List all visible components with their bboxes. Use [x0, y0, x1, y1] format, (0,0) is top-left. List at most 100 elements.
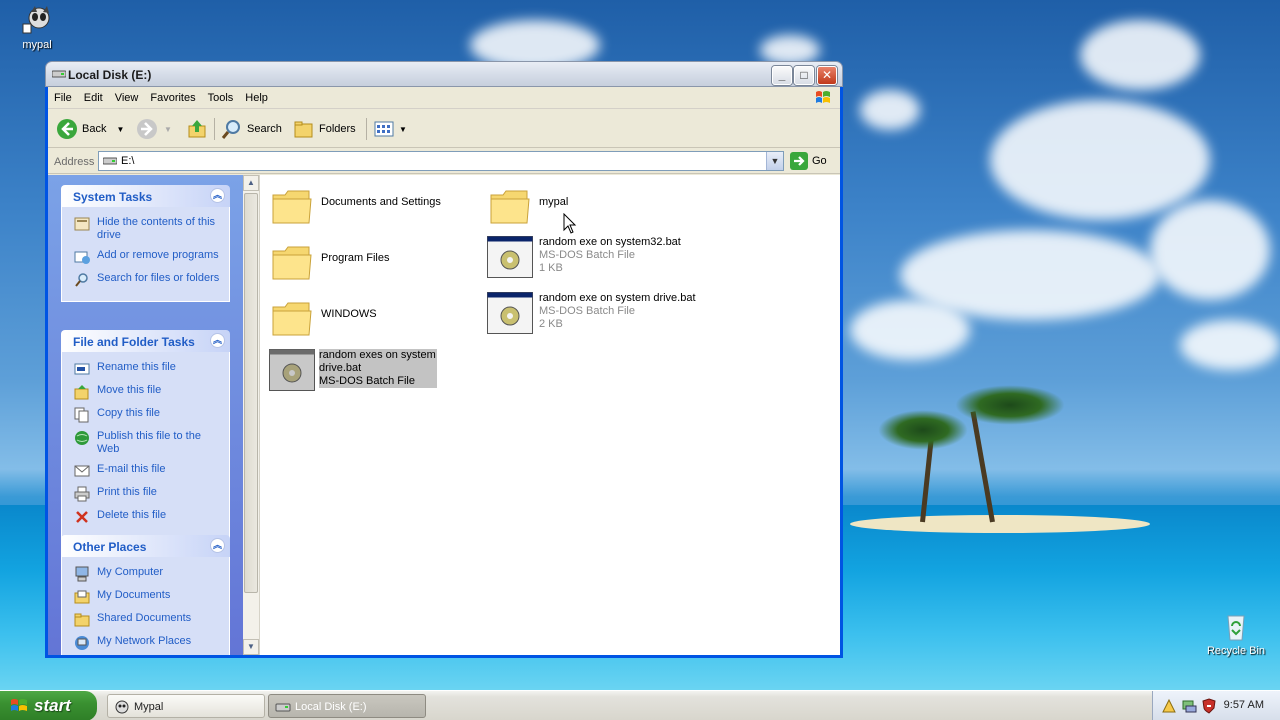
file-type: MS-DOS Batch File [319, 375, 415, 387]
task-hide-contents[interactable]: Hide the contents of this drive [74, 216, 223, 242]
mypal-icon [115, 700, 129, 714]
up-folder-icon [188, 120, 206, 138]
file-item-selected[interactable]: random exes on system drive.bat MS-DOS Ba… [269, 349, 437, 391]
place-my-computer[interactable]: My Computer [74, 566, 223, 582]
task-email-file[interactable]: E-mail this file [74, 463, 223, 479]
menu-help[interactable]: Help [239, 87, 274, 104]
tray-shield-icon[interactable] [1201, 698, 1217, 714]
back-label: Back [82, 123, 107, 135]
toolbar-separator [214, 118, 215, 140]
collapse-chevron-icon[interactable]: ︽ [210, 188, 225, 203]
back-button[interactable]: Back ▼ [56, 117, 124, 141]
scroll-up-arrow-icon[interactable]: ▲ [243, 175, 259, 191]
file-name: mypal [539, 196, 569, 208]
task-search-files[interactable]: Search for files or folders [74, 272, 223, 288]
task-print-file[interactable]: Print this file [74, 486, 223, 502]
cloud [860, 90, 920, 130]
tray-security-icon[interactable] [1161, 698, 1177, 714]
task-label: Delete this file [97, 509, 167, 521]
task-publish-web[interactable]: Publish this file to the Web [74, 430, 223, 456]
palm-leaves [955, 385, 1065, 425]
file-folder-tasks-title: File and Folder Tasks [73, 335, 195, 349]
window-title: Local Disk (E:) [68, 68, 152, 82]
task-move-file[interactable]: Move this file [74, 384, 223, 400]
drive-icon [52, 70, 66, 78]
file-name: Documents and Settings [321, 196, 441, 208]
file-item[interactable]: WINDOWS [269, 297, 377, 339]
menu-favorites[interactable]: Favorites [144, 87, 201, 104]
place-label: My Network Places [97, 635, 192, 647]
folders-icon [294, 121, 313, 138]
taskbar-button-mypal[interactable]: Mypal [107, 694, 265, 718]
tray-network-icon[interactable] [1181, 698, 1197, 714]
title-bar[interactable]: Local Disk (E:) _ □ ✕ [45, 61, 843, 87]
file-type: MS-DOS Batch File [539, 249, 635, 261]
system-tray: 9:57 AM [1152, 691, 1280, 720]
folders-button[interactable]: Folders [293, 117, 356, 141]
file-item[interactable]: random exe on system32.bat MS-DOS Batch F… [487, 236, 681, 278]
batch-file-icon [487, 292, 533, 334]
address-dropdown-button[interactable]: ▼ [766, 152, 783, 170]
task-add-remove-programs[interactable]: Add or remove programs [74, 249, 223, 265]
folder-icon [272, 190, 312, 224]
start-label: start [34, 696, 71, 715]
task-label: Copy this file [97, 407, 160, 419]
collapse-chevron-icon[interactable]: ︽ [210, 538, 225, 553]
drive-icon [275, 703, 291, 712]
close-button[interactable]: ✕ [817, 66, 837, 85]
menu-edit[interactable]: Edit [78, 87, 109, 104]
vertical-scrollbar[interactable]: ▲ ▼ [243, 175, 260, 655]
other-places-title: Other Places [73, 540, 147, 554]
up-folder-button[interactable] [186, 117, 212, 141]
file-item[interactable]: Program Files [269, 241, 389, 283]
place-my-documents[interactable]: My Documents [74, 589, 223, 605]
menu-view[interactable]: View [109, 87, 145, 104]
minimize-button[interactable]: _ [772, 66, 792, 85]
scroll-down-arrow-icon[interactable]: ▼ [243, 639, 259, 655]
copy-icon [74, 407, 89, 423]
start-button[interactable]: start [0, 691, 97, 720]
file-item[interactable]: Documents and Settings [269, 185, 441, 227]
desktop-icon-label: Recycle Bin [1206, 645, 1266, 657]
scrollbar-thumb[interactable] [244, 193, 258, 593]
search-label: Search [247, 123, 282, 135]
system-tasks-header[interactable]: System Tasks ︽ [61, 185, 230, 207]
back-arrow-icon [57, 119, 77, 139]
menu-tools[interactable]: Tools [202, 87, 240, 104]
file-name: WINDOWS [321, 308, 377, 320]
menu-file[interactable]: File [48, 87, 78, 104]
window-body: File Edit View Favorites Tools Help Back ▼ ▼ [48, 87, 840, 655]
desktop-icon-recycle-bin[interactable]: Recycle Bin [1201, 610, 1271, 657]
place-shared-documents[interactable]: Shared Documents [74, 612, 223, 628]
go-label: Go [812, 155, 827, 167]
file-item[interactable]: random exe on system drive.bat MS-DOS Bat… [487, 292, 696, 334]
hide-contents-icon [74, 217, 90, 231]
explorer-window: Local Disk (E:) _ □ ✕ File Edit View Favori… [45, 61, 843, 658]
task-delete-file[interactable]: Delete this file [74, 509, 223, 525]
address-input[interactable]: E:\ ▼ [98, 151, 784, 171]
go-button[interactable]: Go [790, 152, 827, 170]
place-my-network-places[interactable]: My Network Places [74, 635, 223, 651]
address-bar: Address E:\ ▼ Go [48, 149, 840, 174]
folders-label: Folders [319, 123, 356, 135]
mouse-cursor-icon [563, 213, 577, 234]
file-item[interactable]: mypal [487, 185, 568, 227]
task-rename-file[interactable]: Rename this file [74, 361, 223, 377]
maximize-button[interactable]: □ [794, 66, 814, 85]
collapse-chevron-icon[interactable]: ︽ [210, 333, 225, 348]
file-folder-tasks-header[interactable]: File and Folder Tasks ︽ [61, 330, 230, 352]
forward-button[interactable]: ▼ [136, 117, 172, 141]
forward-dropdown-icon[interactable]: ▼ [164, 125, 172, 134]
address-value: E:\ [121, 155, 135, 167]
search-button[interactable]: Search [221, 117, 282, 141]
views-button[interactable]: ▼ [373, 117, 407, 141]
desktop-icon-mypal[interactable]: mypal [2, 4, 72, 51]
back-dropdown-icon[interactable]: ▼ [116, 125, 124, 134]
task-copy-file[interactable]: Copy this file [74, 407, 223, 423]
other-places-header[interactable]: Other Places ︽ [61, 535, 230, 557]
taskbar-button-local-disk[interactable]: Local Disk (E:) [268, 694, 426, 718]
task-label: Search for files or folders [97, 272, 220, 284]
forward-arrow-icon [137, 119, 157, 139]
drive-icon [103, 157, 117, 165]
task-pane: System Tasks ︽ Hide the contents of this… [48, 175, 243, 655]
